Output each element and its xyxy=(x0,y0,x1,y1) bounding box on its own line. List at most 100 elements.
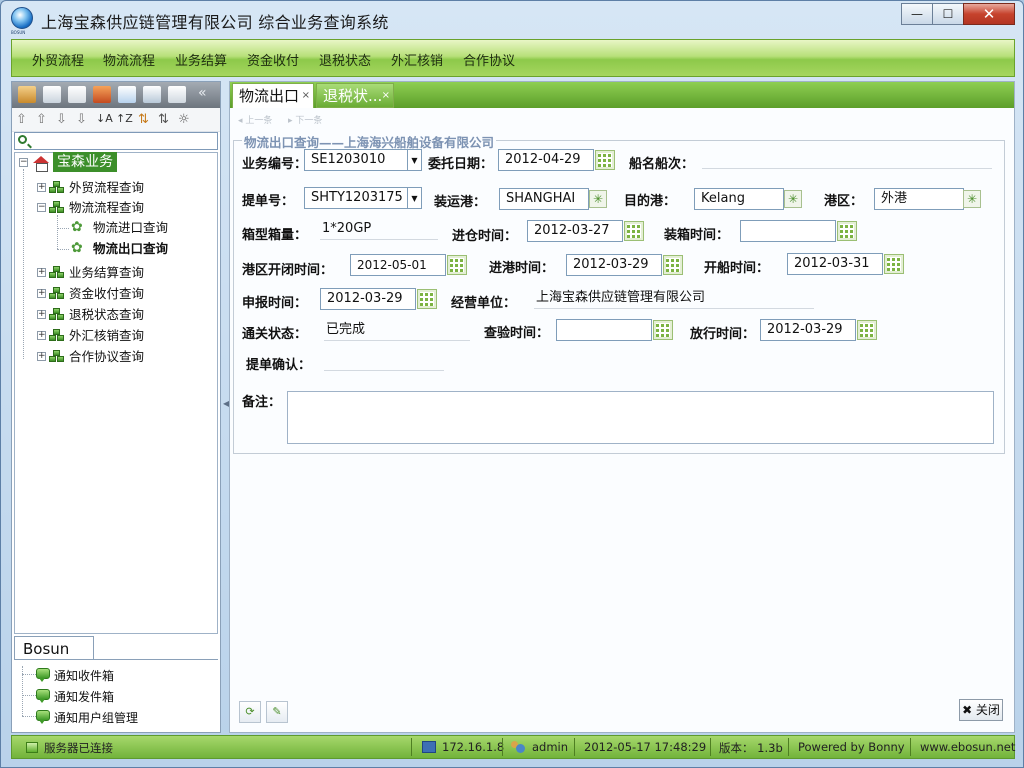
calendar-icon[interactable] xyxy=(624,221,644,241)
document-icon[interactable] xyxy=(68,86,86,103)
expand-all-icon[interactable]: ⇅ xyxy=(138,112,149,127)
bosun-tab[interactable]: Bosun xyxy=(14,636,94,660)
container-type-label: 箱型箱量： xyxy=(242,228,308,243)
remarks-textarea[interactable] xyxy=(287,391,994,444)
expand-toggle-icon[interactable]: + xyxy=(37,289,46,298)
notification-inbox[interactable]: 通知收件箱 xyxy=(54,667,114,684)
port-close-field[interactable]: 2012-05-01 xyxy=(350,254,446,276)
title-bar: BOSUN 上海宝森供应链管理有限公司 综合业务查询系统 — ☐ ✕ xyxy=(1,1,1023,35)
sort-desc-icon[interactable]: ↑Z xyxy=(116,112,133,125)
operator-label: 经营单位： xyxy=(451,296,517,311)
customs-status-label: 通关状态： xyxy=(242,327,308,342)
chevron-down-icon[interactable]: ▼ xyxy=(407,187,422,209)
logo-text: BOSUN xyxy=(11,30,26,35)
warehouse-in-field[interactable]: 2012-03-27 xyxy=(527,220,623,242)
calendar-icon[interactable] xyxy=(595,150,615,170)
tab-logistics-export[interactable]: 物流出口 × xyxy=(232,83,314,108)
release-time-field[interactable]: 2012-03-29 xyxy=(760,319,856,341)
destination-port-field[interactable]: Kelang xyxy=(694,188,784,210)
picker-icon[interactable]: ✳ xyxy=(589,190,607,208)
bill-no-select[interactable]: SHTY1203175 xyxy=(304,187,408,209)
group-icon xyxy=(49,181,65,195)
expand-toggle-icon[interactable]: + xyxy=(37,331,46,340)
menu-tax-refund[interactable]: 退税状态 xyxy=(319,50,371,69)
calendar-icon[interactable] xyxy=(447,255,467,275)
menu-forex[interactable]: 外汇核销 xyxy=(391,50,443,69)
tree-root[interactable]: 宝森业务 xyxy=(53,152,117,172)
business-no-select[interactable]: SE1203010 xyxy=(304,149,408,171)
calendar-icon[interactable] xyxy=(663,255,683,275)
expand-toggle-icon[interactable]: + xyxy=(37,183,46,192)
chevron-down-icon[interactable]: ▼ xyxy=(407,149,422,171)
picker-icon[interactable]: ✳ xyxy=(784,190,802,208)
search-icon xyxy=(18,135,27,144)
close-tab-button[interactable]: ✖ 关闭 xyxy=(959,699,1003,721)
collapse-icon[interactable]: « xyxy=(198,85,207,101)
close-window-button[interactable]: ✕ xyxy=(963,3,1015,25)
tab-tax-refund[interactable]: 退税状... × xyxy=(316,83,394,108)
notification-user-groups[interactable]: 通知用户组管理 xyxy=(54,709,138,726)
tab-close-icon[interactable]: × xyxy=(382,83,390,108)
expand-toggle-icon[interactable]: + xyxy=(37,352,46,361)
calendar-icon[interactable] xyxy=(857,320,877,340)
next-record-button[interactable]: ▸ 下一条 xyxy=(288,113,322,126)
business-no-label: 业务编号： xyxy=(242,157,308,172)
sailing-time-label: 开船时间： xyxy=(704,261,770,276)
declare-time-field[interactable]: 2012-03-29 xyxy=(320,288,416,310)
warehouse-in-label: 进仓时间： xyxy=(452,229,518,244)
move-down-icon[interactable]: ⇩ xyxy=(56,112,67,127)
menu-settlement[interactable]: 业务结算 xyxy=(175,50,227,69)
home-toolbar-icon[interactable] xyxy=(168,86,186,103)
move-top-icon[interactable]: ⇧ xyxy=(16,112,27,127)
window-icon[interactable] xyxy=(118,86,136,103)
menu-foreign-trade[interactable]: 外贸流程 xyxy=(32,50,84,69)
picker-icon[interactable]: ✳ xyxy=(963,190,981,208)
collapse-all-icon[interactable]: ⇅ xyxy=(158,112,169,127)
menu-agreements[interactable]: 合作协议 xyxy=(463,50,515,69)
chart-icon[interactable] xyxy=(93,86,111,103)
notification-outbox[interactable]: 通知发件箱 xyxy=(54,688,114,705)
refresh-button[interactable]: ⟳ xyxy=(239,701,261,723)
minimize-button[interactable]: — xyxy=(901,3,933,25)
expand-toggle-icon[interactable]: + xyxy=(37,268,46,277)
calendar-icon[interactable] xyxy=(653,320,673,340)
calendar-icon[interactable] xyxy=(884,254,904,274)
tab-close-icon[interactable]: × xyxy=(302,83,310,108)
collapse-toggle-icon[interactable]: − xyxy=(37,203,46,212)
users-icon[interactable] xyxy=(18,86,36,103)
port-area-field[interactable]: 外港 xyxy=(874,188,964,210)
menu-bar: 外贸流程 物流流程 业务结算 资金收付 退税状态 外汇核销 合作协议 xyxy=(11,39,1015,77)
loading-port-field[interactable]: SHANGHAI xyxy=(499,188,589,210)
move-up-icon[interactable]: ⇧ xyxy=(36,112,47,127)
maximize-button[interactable]: ☐ xyxy=(932,3,964,25)
move-bottom-icon[interactable]: ⇩ xyxy=(76,112,87,127)
loading-time-field[interactable] xyxy=(740,220,836,242)
user-icon xyxy=(510,741,526,754)
group-icon xyxy=(49,287,65,301)
calendar-icon[interactable] xyxy=(417,289,437,309)
chat-bubble-icon xyxy=(36,710,50,724)
bill-no-label: 提单号： xyxy=(242,194,295,209)
group-icon xyxy=(49,350,65,364)
expand-toggle-icon[interactable]: + xyxy=(37,310,46,319)
inspection-time-field[interactable] xyxy=(556,319,652,341)
entrust-date-field[interactable]: 2012-04-29 xyxy=(498,149,594,171)
mail-icon[interactable] xyxy=(43,86,61,103)
edit-button[interactable]: ✎ xyxy=(266,701,288,723)
menu-funds[interactable]: 资金收付 xyxy=(247,50,299,69)
sort-asc-icon[interactable]: ↓A xyxy=(96,112,113,125)
sailing-time-field[interactable]: 2012-03-31 xyxy=(787,253,883,275)
port-entry-field[interactable]: 2012-03-29 xyxy=(566,254,662,276)
calendar-icon[interactable] xyxy=(837,221,857,241)
gear-icon xyxy=(71,218,85,236)
website-link[interactable]: www.ebosun.net xyxy=(920,740,1015,754)
customs-status-value: 已完成 xyxy=(324,321,470,341)
collapse-toggle-icon[interactable]: − xyxy=(19,158,28,167)
sidebar-toolbar: « xyxy=(12,82,220,108)
windows-icon[interactable] xyxy=(143,86,161,103)
menu-logistics[interactable]: 物流流程 xyxy=(103,50,155,69)
notification-panel: 通知收件箱 通知发件箱 通知用户组管理 xyxy=(14,664,218,732)
tree-search-input[interactable] xyxy=(14,132,218,150)
settings-icon[interactable]: ☼ xyxy=(178,112,190,127)
prev-record-button[interactable]: ◂ 上一条 xyxy=(238,113,272,126)
